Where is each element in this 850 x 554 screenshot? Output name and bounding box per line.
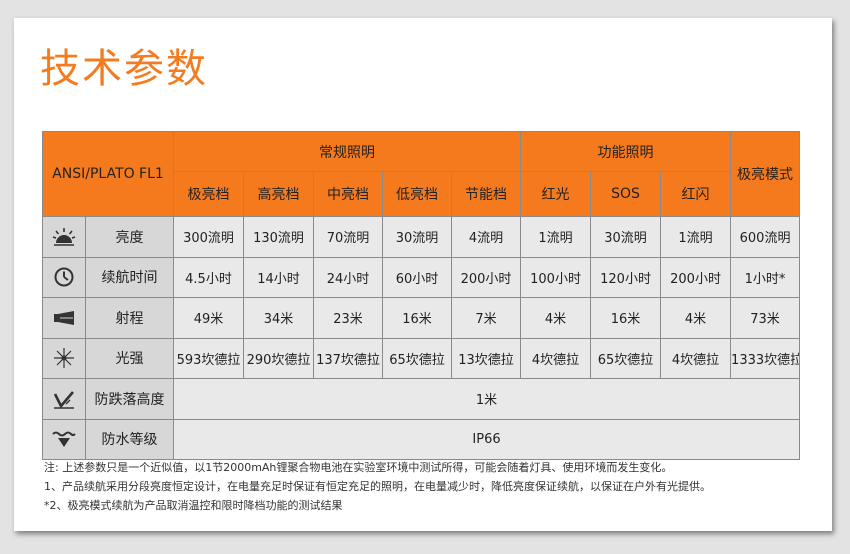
footnote: 注: 上述参数只是一个近似值，以1节2000mAh锂聚合物电池在实验室环境中测试…	[44, 461, 673, 474]
value-cell: 24小时	[313, 256, 383, 299]
mode-header: 低亮档	[382, 171, 452, 218]
value-cell: 1流明	[660, 216, 732, 258]
row-icon-cell	[42, 337, 86, 380]
value-cell: 1米	[172, 378, 801, 420]
group-header-regular: 常规照明	[172, 130, 522, 173]
value-cell: 1小时*	[730, 256, 801, 299]
value-cell: 49米	[173, 297, 244, 339]
value-cell: 1333坎德拉	[730, 337, 801, 380]
group-header-extreme: 极亮模式	[730, 130, 801, 218]
row-icon-cell	[42, 418, 86, 461]
value-cell: 100小时	[520, 256, 592, 299]
value-cell: 60小时	[382, 256, 452, 299]
row-label: 亮度	[85, 216, 174, 258]
value-cell: 137坎德拉	[313, 337, 383, 380]
page-title: 技术参数	[40, 46, 208, 92]
value-cell: 16米	[590, 297, 662, 339]
mode-header: 极亮档	[173, 171, 244, 218]
row-icon-cell	[42, 216, 86, 258]
footnote: 1、产品续航采用分段亮度恒定设计，在电量充足时保证有恒定充足的照明，在电量减少时…	[44, 480, 711, 493]
row-label: 续航时间	[85, 256, 174, 299]
mode-header: 中亮档	[313, 171, 383, 218]
value-cell: 70流明	[313, 216, 383, 258]
model-header: ANSI/PLATO FL1	[42, 130, 174, 218]
value-cell: 30流明	[590, 216, 662, 258]
mode-header: 高亮档	[243, 171, 314, 218]
row-label: 光强	[85, 337, 174, 380]
value-cell: 1流明	[520, 216, 592, 258]
row-icon-cell	[42, 378, 86, 420]
value-cell: 73米	[730, 297, 801, 339]
table-row: 防水等级 IP66	[42, 418, 801, 461]
row-label: 防水等级	[85, 418, 174, 461]
row-icon-cell	[42, 297, 86, 339]
spec-card: 技术参数 ANSI/PLATO FL1 常规照明 功能照明 极亮模式 极亮档 高…	[14, 18, 832, 531]
value-cell: 120小时	[590, 256, 662, 299]
row-label: 防跌落高度	[85, 378, 174, 420]
value-cell: 300流明	[173, 216, 244, 258]
value-cell: 4坎德拉	[520, 337, 592, 380]
mode-header: 节能档	[450, 171, 522, 218]
mode-header: SOS	[590, 171, 662, 218]
group-header-function: 功能照明	[520, 130, 732, 173]
value-cell: 290坎德拉	[243, 337, 314, 380]
waterproof-icon	[52, 431, 76, 448]
value-cell: 4.5小时	[173, 256, 244, 299]
table-row: 续航时间 4.5小时 14小时 24小时 60小时 200小时 100小时 12…	[42, 256, 801, 299]
value-cell: 34米	[243, 297, 314, 339]
brightness-icon	[52, 227, 76, 246]
value-cell: 4流明	[450, 216, 522, 258]
value-cell: 14小时	[243, 256, 314, 299]
table-row: 光强 593坎德拉 290坎德拉 137坎德拉 65坎德拉 13坎德拉 4坎德拉…	[42, 337, 801, 380]
row-icon-cell	[42, 256, 86, 299]
value-cell: 130流明	[243, 216, 314, 258]
value-cell: 16米	[382, 297, 452, 339]
value-cell: 7米	[450, 297, 522, 339]
row-label: 射程	[85, 297, 174, 339]
mode-header: 红光	[520, 171, 592, 218]
value-cell: 200小时	[660, 256, 732, 299]
value-cell: 65坎德拉	[382, 337, 452, 380]
table-row: 亮度 300流明 130流明 70流明 30流明 4流明 1流明 30流明 1流…	[42, 216, 801, 258]
beam-distance-icon	[54, 310, 74, 325]
value-cell: 65坎德拉	[590, 337, 662, 380]
value-cell: 13坎德拉	[450, 337, 522, 380]
mode-header: 红闪	[660, 171, 732, 218]
spec-table: ANSI/PLATO FL1 常规照明 功能照明 极亮模式 极亮档 高亮档 中亮…	[42, 130, 801, 461]
value-cell: 30流明	[382, 216, 452, 258]
footnote: *2、极亮模式续航为产品取消温控和限时降档功能的测试结果	[44, 499, 343, 512]
impact-resistance-icon	[53, 390, 74, 409]
value-cell: 4米	[520, 297, 592, 339]
value-cell: 4坎德拉	[660, 337, 732, 380]
value-cell: IP66	[172, 418, 801, 461]
value-cell: 4米	[660, 297, 732, 339]
value-cell: 23米	[313, 297, 383, 339]
intensity-icon	[54, 348, 74, 369]
value-cell: 593坎德拉	[173, 337, 244, 380]
footnotes: 注: 上述参数只是一个近似值，以1节2000mAh锂聚合物电池在实验室环境中测试…	[44, 458, 824, 515]
value-cell: 600流明	[730, 216, 801, 258]
value-cell: 200小时	[450, 256, 522, 299]
table-row: 射程 49米 34米 23米 16米 7米 4米 16米 4米 73米	[42, 297, 801, 339]
clock-icon	[54, 267, 74, 287]
table-row: 防跌落高度 1米	[42, 378, 801, 420]
